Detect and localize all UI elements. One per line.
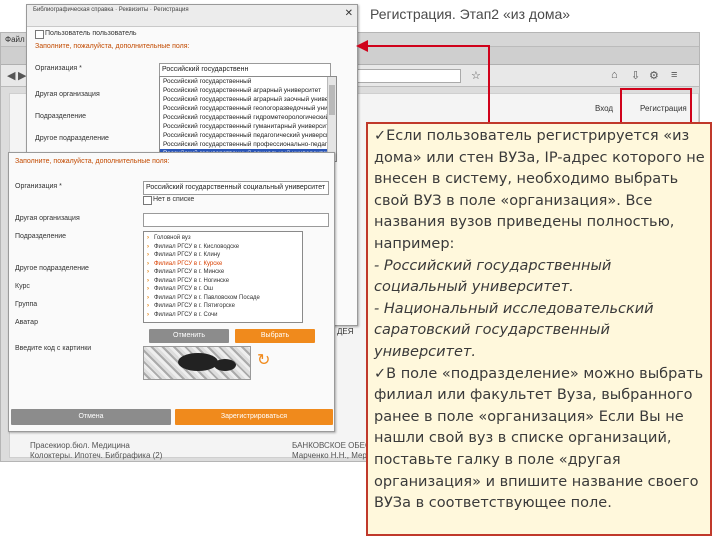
dept-option[interactable]: Филиал РГСУ в г. Кисловодске (144, 243, 302, 252)
dept-option[interactable]: Филиал РГСУ в г. Курске (144, 260, 302, 269)
choose-button[interactable]: Выбрать (235, 329, 315, 343)
captcha-image (143, 346, 251, 380)
registration-dialog-department: Заполните, пожалуйста, дополнительные по… (8, 152, 335, 432)
arrow-line-horizontal (366, 45, 490, 47)
dept-option[interactable]: Филиал РГСУ в г. Ош (144, 285, 302, 294)
org-option[interactable]: Российский государственный профессиональ… (160, 140, 336, 149)
user-checkbox[interactable] (35, 30, 44, 39)
checkbox-label: Пользователь пользователь (45, 30, 137, 37)
dept-option[interactable]: Филиал РГСУ в г. Пятигорске (144, 302, 302, 311)
dept-option[interactable]: Филиал РГСУ в г. Павловском Посаде (144, 294, 302, 303)
cancel-small-button[interactable]: Отменить (149, 329, 229, 343)
dept-label: Подразделение (35, 113, 87, 120)
org-select[interactable]: Российский государственный социальный ун… (143, 181, 329, 195)
fill-notice-2: Заполните, пожалуйста, дополнительные по… (15, 158, 170, 165)
star-icon[interactable]: ☆ (471, 69, 481, 82)
org-dropdown-list[interactable]: Российский государственный Российский гос… (159, 76, 337, 162)
callout-paragraph-1: ✓Если пользователь регистрируется «из до… (374, 128, 705, 252)
slide-title: Регистрация. Этап2 «из дома» (370, 6, 571, 22)
dept-label-2: Подразделение (15, 233, 67, 240)
org-option[interactable]: Российский государственный гидрометеорол… (160, 113, 336, 122)
org-label-2: Организация * (15, 183, 62, 190)
dialog-header: Библиографическая справка · Реквизиты · … (33, 7, 189, 13)
dialog-titlebar: Библиографическая справка · Реквизиты · … (27, 5, 357, 27)
footer-item-1[interactable]: Прасекиор.бюл. Медицина (30, 441, 130, 450)
download-icon[interactable]: ⇩ (631, 69, 640, 82)
mid-label: ДЕЯ (337, 327, 354, 336)
not-in-list-checkbox[interactable] (143, 196, 152, 205)
group-label: Группа (15, 301, 38, 308)
org-option[interactable]: Российский государственный геологоразвед… (160, 104, 336, 113)
menu-file[interactable]: Файл (5, 35, 25, 44)
fill-notice: Заполните, пожалуйста, дополнительные по… (35, 43, 190, 50)
org-input[interactable]: Российский государственн (159, 63, 331, 77)
captcha-label: Введите код с картинки (15, 345, 92, 352)
dept-option[interactable]: Филиал РГСУ в г. Сочи (144, 311, 302, 320)
scrollbar[interactable] (327, 77, 336, 161)
menu-icon[interactable]: ≡ (671, 69, 677, 81)
org-option[interactable]: Российский государственный педагогически… (160, 131, 336, 140)
org-option[interactable]: Российский государственный гуманитарный … (160, 122, 336, 131)
close-icon[interactable]: ✕ (345, 8, 353, 19)
callout-paragraph-2: ✓В поле «подразделение» можно выбрать фи… (374, 365, 704, 512)
refresh-icon[interactable]: ↻ (257, 350, 270, 370)
dept-option[interactable]: Филиал РГСУ в г. Ногинске (144, 277, 302, 286)
login-link[interactable]: Вход (595, 104, 613, 113)
callout-example-2: - Национальный исследовательский саратов… (374, 300, 654, 360)
course-label: Курс (15, 283, 30, 290)
arrow-line-vertical (488, 45, 490, 123)
other-org-input[interactable] (143, 213, 329, 227)
org-option[interactable]: Российский государственный аграрный унив… (160, 86, 336, 95)
org-option[interactable]: Российский государственный (160, 77, 336, 86)
dept-option[interactable]: Головной вуз (144, 234, 302, 243)
org-option[interactable]: Российский государственный аграрный заоч… (160, 95, 336, 104)
not-in-list-label: Нет в списке (153, 196, 195, 203)
footer-item-2[interactable]: Колоктеры. Ипотеч. Бибграфика (2) (30, 451, 162, 460)
highlight-frame (620, 88, 692, 124)
dept-dropdown-list[interactable]: Головной вузФилиал РГСУ в г. Кисловодске… (143, 231, 303, 323)
callout-text: ✓Если пользователь регистрируется «из до… (374, 126, 708, 515)
other-dept-label: Другое подразделение (35, 135, 109, 142)
arrow-icon (356, 40, 368, 52)
avatar-label: Аватар (15, 319, 38, 326)
org-label: Организация * (35, 65, 82, 72)
dept-option[interactable]: Филиал РГСУ в г. Минске (144, 268, 302, 277)
dept-option[interactable]: Филиал РГСУ в г. Клину (144, 251, 302, 260)
other-org-label: Другая организация (35, 91, 100, 98)
register-button[interactable]: Зарегистрироваться (175, 409, 333, 425)
instruction-callout: ✓Если пользователь регистрируется «из до… (366, 122, 712, 536)
callout-example-1: - Российский государственный социальный … (374, 257, 612, 296)
home-icon[interactable]: ⌂ (611, 69, 618, 81)
other-dept-label-2: Другое подразделение (15, 265, 89, 272)
settings-icon[interactable]: ⚙ (649, 69, 659, 82)
other-org-label-2: Другая организация (15, 215, 80, 222)
back-icon[interactable]: ◀ (7, 69, 15, 82)
cancel-button[interactable]: Отмена (11, 409, 171, 425)
